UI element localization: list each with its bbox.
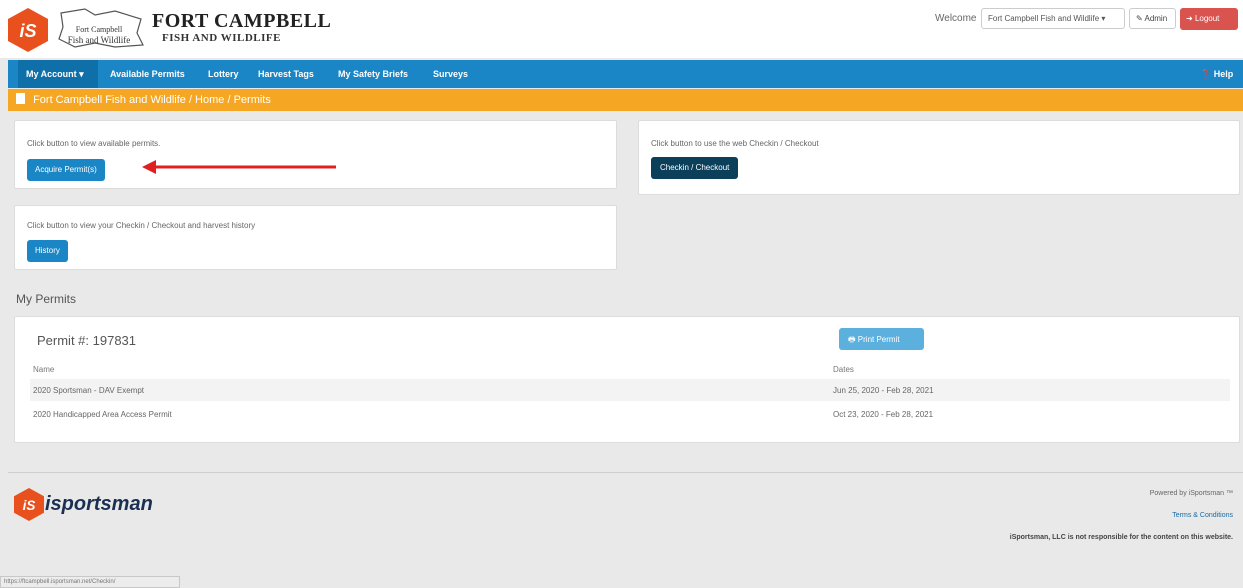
footer-brand: isportsman bbox=[45, 493, 153, 515]
main-nav: My Account ▾ Available Permits Lottery H… bbox=[8, 60, 1243, 88]
table-row: 2020 Handicapped Area Access Permit Oct … bbox=[30, 403, 1230, 425]
permit-dates: Oct 23, 2020 - Feb 28, 2021 bbox=[833, 410, 934, 419]
help-circle-icon: ❓ bbox=[1200, 69, 1212, 79]
sign-out-icon: ➜ bbox=[1186, 14, 1193, 23]
svg-text:Fish and Wildlife: Fish and Wildlife bbox=[68, 35, 130, 45]
permit-number: Permit #: 197831 bbox=[37, 333, 137, 348]
nav-item-harvest-tags[interactable]: Harvest Tags bbox=[258, 69, 314, 79]
isportsman-logo-icon[interactable]: iS bbox=[8, 8, 48, 52]
history-panel: Click button to view your Checkin / Chec… bbox=[14, 205, 617, 270]
acquire-permits-panel: Click button to view available permits. … bbox=[14, 120, 617, 189]
nav-item-safety-briefs[interactable]: My Safety Briefs bbox=[338, 69, 408, 79]
history-instructions: Click button to view your Checkin / Chec… bbox=[27, 221, 256, 230]
help-label: Help bbox=[1213, 69, 1234, 79]
terms-link[interactable]: Terms & Conditions bbox=[1172, 512, 1233, 519]
nav-item-my-account[interactable]: My Account ▾ bbox=[26, 69, 84, 80]
powered-by[interactable]: Powered by iSportsman ™ bbox=[1150, 490, 1233, 497]
logout-button[interactable]: ➜ Logout bbox=[1180, 8, 1238, 30]
browser-status-url: https://ftcampbell.isportsman.net/Checki… bbox=[0, 576, 180, 588]
nav-item-lottery[interactable]: Lottery bbox=[208, 69, 239, 79]
wrench-icon: ✎ bbox=[1136, 14, 1143, 23]
print-permit-button[interactable]: 🖶 Print Permit bbox=[839, 328, 924, 350]
acquire-instructions: Click button to view available permits. bbox=[27, 139, 161, 148]
permit-name: 2020 Sportsman - DAV Exempt bbox=[33, 386, 145, 395]
breadcrumb-text: Fort Campbell Fish and Wildlife / Home /… bbox=[33, 94, 271, 106]
breadcrumb: Fort Campbell Fish and Wildlife / Home /… bbox=[8, 89, 1243, 111]
footer-isportsman-logo-icon: iS bbox=[14, 488, 44, 521]
red-arrow-annotation bbox=[142, 160, 336, 174]
print-permit-label: Print Permit bbox=[857, 335, 900, 344]
document-icon bbox=[16, 93, 25, 104]
site-title: FORT CAMPBELL bbox=[152, 10, 332, 32]
column-header-dates: Dates bbox=[833, 365, 854, 374]
nav-help[interactable]: ❓ Help bbox=[1200, 69, 1233, 80]
svg-text:Fort Campbell: Fort Campbell bbox=[76, 25, 123, 34]
svg-text:iS: iS bbox=[23, 498, 36, 513]
table-row: 2020 Sportsman - DAV Exempt Jun 25, 2020… bbox=[30, 379, 1230, 401]
print-icon: 🖶 bbox=[848, 335, 856, 344]
nav-item-surveys[interactable]: Surveys bbox=[433, 69, 468, 79]
column-header-name: Name bbox=[33, 365, 55, 374]
footer-divider bbox=[8, 472, 1243, 473]
permit-name: 2020 Handicapped Area Access Permit bbox=[33, 410, 172, 419]
site-subtitle: FISH AND WILDLIFE bbox=[162, 32, 281, 44]
admin-label: Admin bbox=[1144, 14, 1168, 23]
welcome-label: Welcome bbox=[935, 13, 977, 24]
site-header: iS Fort Campbell Fish and Wildlife FORT … bbox=[0, 0, 1243, 58]
acquire-permits-button[interactable]: Acquire Permit(s) bbox=[27, 159, 105, 181]
permit-dates: Jun 25, 2020 - Feb 28, 2021 bbox=[833, 386, 934, 395]
checkin-checkout-button[interactable]: Checkin / Checkout bbox=[651, 157, 739, 179]
fort-campbell-map-logo: Fort Campbell Fish and Wildlife bbox=[58, 8, 144, 48]
nav-item-available-permits[interactable]: Available Permits bbox=[110, 69, 185, 79]
my-permits-heading: My Permits bbox=[16, 292, 76, 306]
checkin-panel: Click button to use the web Checkin / Ch… bbox=[638, 120, 1240, 195]
user-account-dropdown[interactable]: Fort Campbell Fish and Wildlife ▾ bbox=[981, 8, 1125, 29]
admin-button[interactable]: ✎ Admin bbox=[1129, 8, 1176, 29]
logout-label: Logout bbox=[1194, 14, 1220, 23]
checkin-instructions: Click button to use the web Checkin / Ch… bbox=[651, 139, 819, 148]
svg-text:iS: iS bbox=[19, 21, 36, 41]
footer-disclaimer: iSportsman, LLC is not responsible for t… bbox=[1009, 534, 1233, 541]
history-button[interactable]: History bbox=[27, 240, 68, 262]
